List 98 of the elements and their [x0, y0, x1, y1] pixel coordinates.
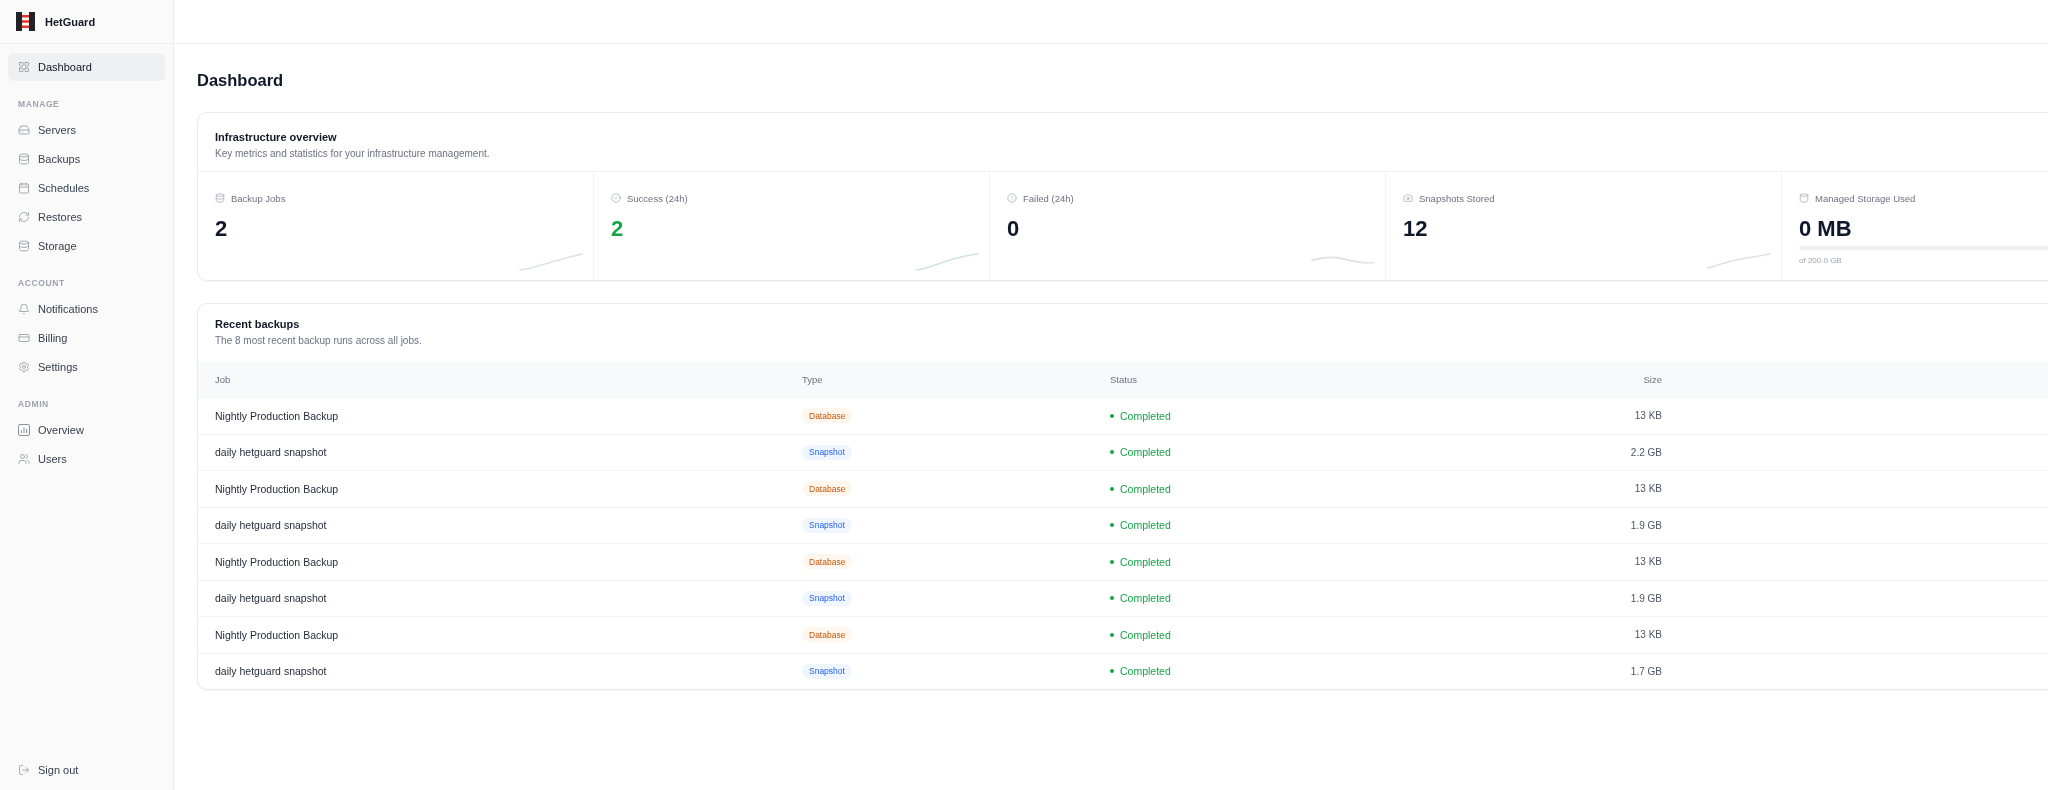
status-dot-icon: [1110, 596, 1114, 601]
nav-item[interactable]: Dashboard: [8, 53, 165, 81]
column-header: Type: [802, 374, 823, 385]
status-text: Completed: [1120, 482, 1171, 495]
credit-card-icon: [18, 331, 30, 344]
stat-label: Snapshots Stored: [1419, 192, 1495, 204]
size-text: 13 KB: [1634, 410, 1662, 422]
nav-item[interactable]: Users: [8, 444, 165, 473]
stat-label: Failed (24h): [1023, 192, 1074, 204]
type-badge: Database: [802, 481, 853, 497]
type-badge: Database: [802, 627, 853, 643]
nav-item[interactable]: Storage: [8, 231, 165, 260]
status-text: Completed: [1120, 446, 1171, 459]
type-badge: Snapshot: [802, 590, 852, 606]
column-header: Size: [1643, 374, 1662, 385]
status-text: Completed: [1120, 519, 1171, 532]
status-text: Completed: [1120, 592, 1171, 605]
job-name: Nightly Production Backup: [215, 628, 339, 641]
stat-value: 2: [215, 216, 228, 242]
status-dot-icon: [1110, 450, 1114, 455]
stat-value: 0 MB: [1799, 216, 1852, 242]
nav-item[interactable]: Billing: [8, 323, 165, 352]
type-badge: Snapshot: [802, 663, 852, 679]
drive-icon: [18, 123, 30, 136]
database-icon: [215, 193, 225, 203]
nav-item[interactable]: Backups: [8, 144, 165, 173]
status-dot-icon: [1110, 413, 1114, 418]
job-name: daily hetguard snapshot: [215, 592, 327, 605]
card-title: Infrastructure overview: [215, 130, 337, 144]
camera-icon: [1403, 193, 1413, 203]
calendar-icon: [18, 181, 30, 194]
page-title: Dashboard: [197, 70, 285, 91]
users-icon: [18, 452, 30, 465]
brand-name: HetGuard: [45, 15, 96, 28]
section-label: ACCOUNT: [17, 277, 66, 290]
job-name: Nightly Production Backup: [215, 555, 339, 568]
job-name: daily hetguard snapshot: [215, 665, 327, 678]
sparkline: [1311, 256, 1375, 264]
sign-out-button[interactable]: Sign out: [8, 755, 165, 784]
sparkline: [915, 253, 979, 271]
stat-label: Success (24h): [627, 192, 688, 204]
nav-item[interactable]: Notifications: [8, 294, 165, 323]
job-name: daily hetguard snapshot: [215, 519, 327, 532]
stat-value: 2: [611, 216, 624, 242]
type-badge: Snapshot: [802, 444, 852, 460]
chart-icon: [18, 423, 30, 436]
card-subtitle: The 8 most recent backup runs across all jobs.: [215, 335, 422, 347]
stat-label: Managed Storage Used: [1815, 192, 1916, 204]
nav-item[interactable]: Servers: [8, 115, 165, 144]
card-title: Recent backups: [215, 317, 300, 331]
sparkline: [1707, 253, 1771, 269]
status-dot-icon: [1110, 486, 1114, 491]
status-text: Completed: [1120, 665, 1171, 678]
card-subtitle: Key metrics and statistics for your infrastructure management.: [215, 148, 490, 160]
type-badge: Database: [802, 408, 853, 424]
alert-circle-icon: [1007, 193, 1017, 203]
type-badge: Snapshot: [802, 517, 852, 533]
bell-icon: [18, 302, 30, 315]
stat-value: 0: [1007, 216, 1020, 242]
stat-label: Backup Jobs: [231, 192, 286, 204]
job-name: daily hetguard snapshot: [215, 446, 327, 459]
sparkline: [519, 253, 583, 271]
nav-item[interactable]: Restores: [8, 202, 165, 231]
type-badge: Database: [802, 554, 853, 570]
size-text: 13 KB: [1634, 556, 1662, 568]
logo-icon: [16, 12, 35, 31]
column-header: Status: [1110, 374, 1137, 385]
status-dot-icon: [1110, 669, 1114, 674]
grid-icon: [18, 61, 30, 73]
nav-item[interactable]: Settings: [8, 352, 165, 381]
database-icon: [18, 239, 30, 252]
size-text: 1.7 GB: [1630, 665, 1662, 677]
settings-icon: [18, 360, 30, 373]
job-name: Nightly Production Backup: [215, 409, 339, 422]
status-text: Completed: [1120, 409, 1171, 422]
size-text: 13 KB: [1634, 483, 1662, 495]
stat-value: 12: [1403, 216, 1428, 242]
status-dot-icon: [1110, 632, 1114, 637]
refresh-icon: [18, 210, 30, 223]
column-header: Job: [215, 374, 231, 385]
cylinder-icon: [1799, 193, 1809, 203]
status-dot-icon: [1110, 559, 1114, 564]
status-dot-icon: [1110, 523, 1114, 528]
size-text: 13 KB: [1634, 629, 1662, 641]
database-icon: [18, 152, 30, 165]
nav-item[interactable]: Overview: [8, 415, 165, 444]
status-text: Completed: [1120, 555, 1171, 568]
size-text: 1.9 GB: [1630, 519, 1662, 531]
section-label: MANAGE: [17, 98, 61, 111]
logout-icon: [18, 763, 30, 776]
size-text: 1.9 GB: [1630, 592, 1662, 604]
job-name: Nightly Production Backup: [215, 482, 339, 495]
storage-caption: of 200.0 GB: [1799, 256, 1842, 266]
section-label: ADMIN: [17, 398, 50, 411]
nav-item[interactable]: Schedules: [8, 173, 165, 202]
size-text: 2.2 GB: [1630, 446, 1662, 458]
status-text: Completed: [1120, 628, 1171, 641]
check-circle-icon: [611, 193, 621, 203]
